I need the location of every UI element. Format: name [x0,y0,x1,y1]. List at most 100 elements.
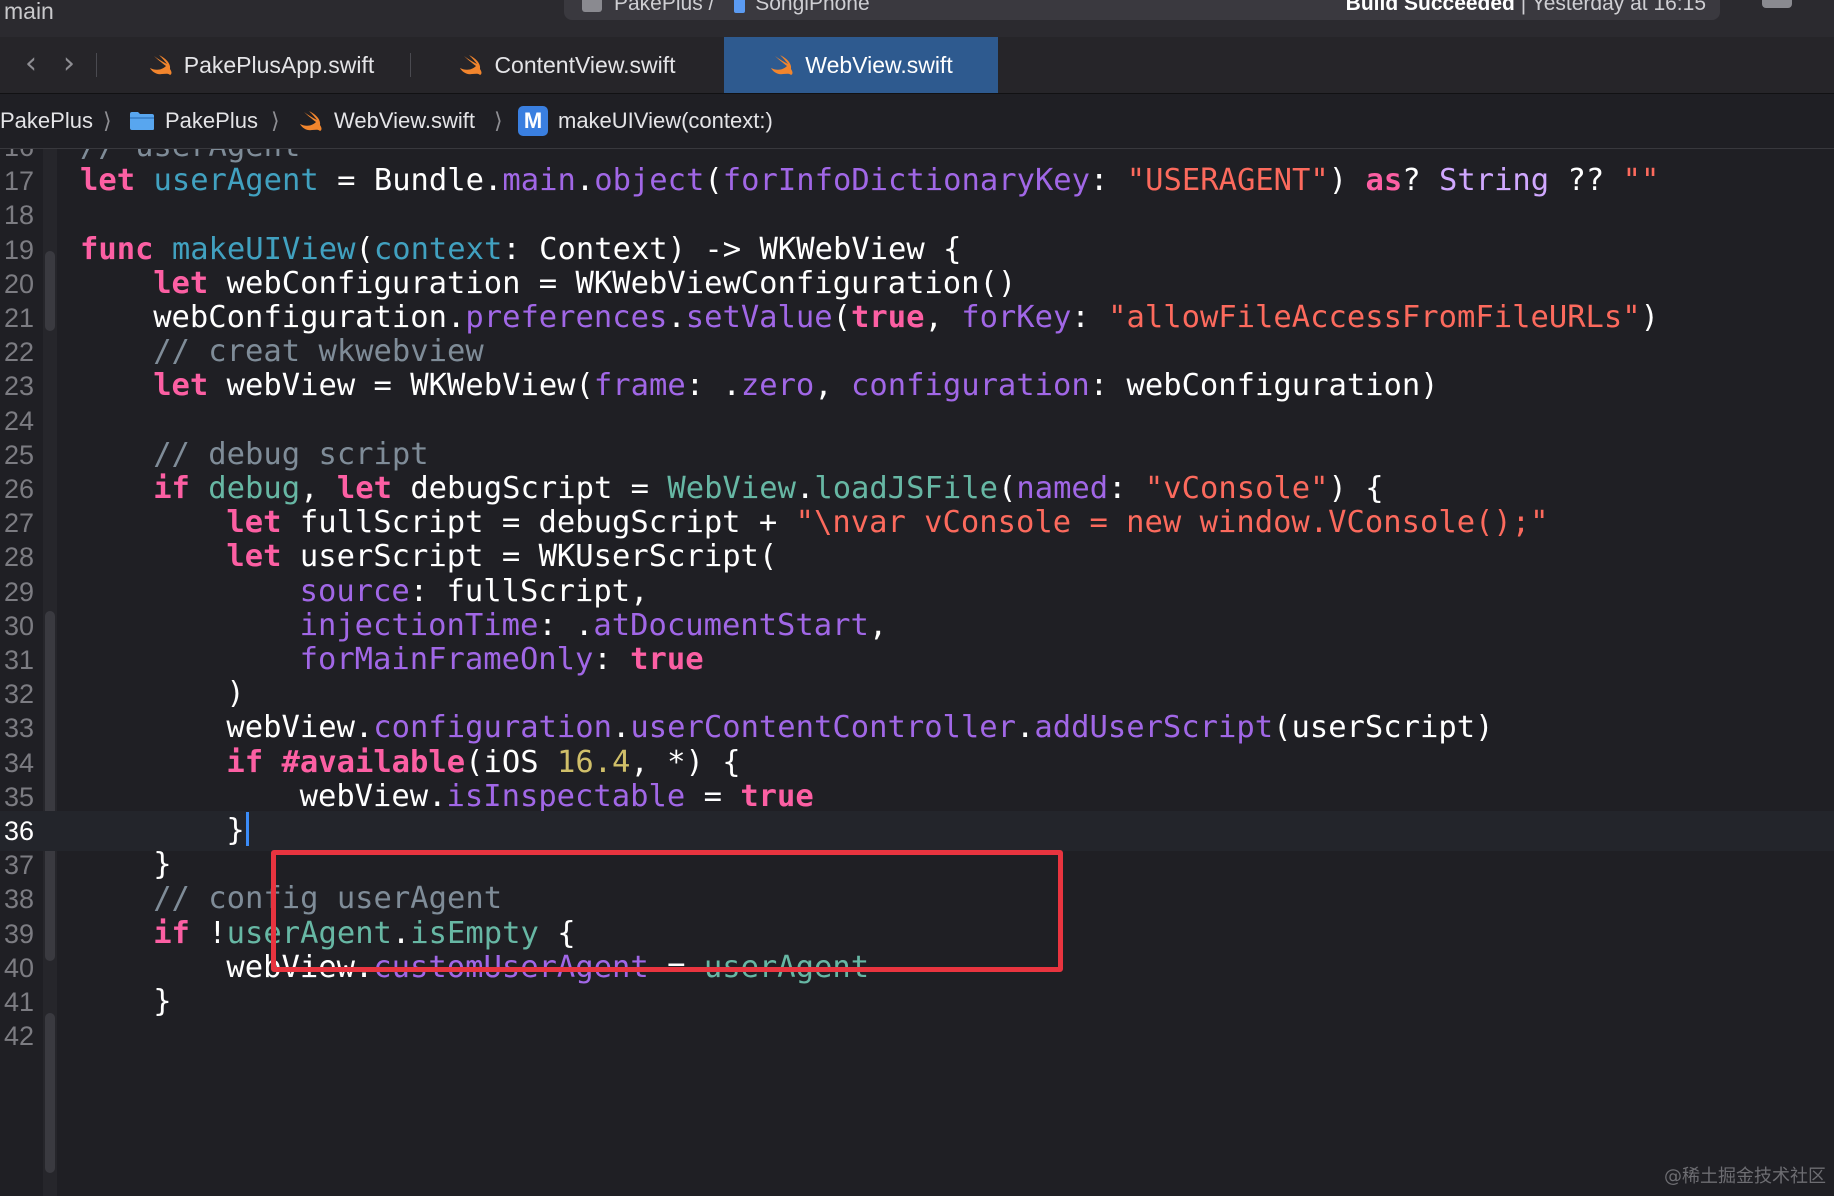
jumpbar-method[interactable]: M makeUIView(context:) [518,94,773,148]
activity-viewer: PakePlus / SongiPhone Build Succeeded | … [564,0,1720,20]
code-token: forKey [961,300,1072,335]
code-token: setValue [685,300,833,335]
code-token: frame [593,368,686,404]
jumpbar-project[interactable]: PakePlus [0,94,93,148]
code-token: debugScript = [391,471,668,506]
code-token: addUserScript [1034,710,1274,746]
code-token: WKWebViewConfiguration [575,265,980,301]
source-editor[interactable]: 16// userAgent17let userAgent = Bundle.m… [0,149,1834,1196]
code-token: Context [539,231,668,267]
code-token: true [630,642,704,677]
build-status-bold: Build Succeeded [1345,0,1515,15]
tab-contentview[interactable]: ContentView.swift [412,37,722,93]
tab-label: ContentView.swift [494,51,676,78]
code-token: "USERAGENT" [1126,163,1329,199]
jumpbar-file[interactable]: WebView.swift [298,94,475,148]
code-token: ) [226,676,245,712]
code-token: ? [1402,163,1439,199]
text-cursor [245,812,249,846]
window-toolbar: main PakePlus / SongiPhone Build Succeed… [0,0,1834,38]
code-token: , [924,300,962,335]
code-token: ) -> [667,231,760,267]
code-token: = [685,778,741,814]
code-token: let [153,265,209,301]
folder-icon [130,112,154,130]
code-token: : . [538,607,594,643]
tab-webview[interactable]: WebView.swift [724,37,998,93]
code-token: { [924,231,962,267]
code-token: ) [1328,163,1366,199]
jumpbar-group[interactable]: PakePlus [129,94,258,148]
code-token: #available [281,744,466,780]
tab-pakeplusapp[interactable]: PakePlusApp.swift [112,37,410,93]
code-token: WKWebView [410,368,576,404]
code-token: ) { [1328,471,1384,506]
code-token: : . [685,368,741,404]
code-token: ( [832,300,852,335]
code-token: webView. [226,710,374,746]
code-token: loadJSFile [814,471,998,506]
code-token: webView. [299,778,447,814]
scheme-label[interactable]: main [4,0,54,25]
code-token: webConfiguration = [208,265,576,301]
swift-file-icon [149,55,172,75]
code-token: "allowFileAccessFromFileURLs" [1108,300,1641,335]
code-token: fullScript = debugScript + [281,505,796,541]
code-token: . [612,710,631,746]
code-token: ?? [1549,163,1623,199]
code-token: ( [758,539,778,575]
code-token: : [1108,471,1145,506]
code-token: zero [740,368,815,404]
code-token: userAgent [153,163,319,199]
chevron-right-icon: ⟩ [103,108,112,134]
code-token: = [318,163,374,199]
device-label: SongiPhone [755,0,870,15]
code-line[interactable]: 42 [0,1016,1834,1056]
swift-file-icon [460,55,482,75]
code-token: configuration [373,710,613,746]
code-token: ) [1640,300,1660,335]
forward-arrow-icon[interactable]: › [56,49,82,79]
code-token: . [484,163,503,199]
code-token: named [1016,471,1109,506]
code-token: preferences [465,300,668,335]
code-token: configuration [851,368,1090,404]
code-token: if [153,471,190,506]
code-token: let [226,505,282,541]
code-token: , *) { [630,744,741,780]
run-destination[interactable]: PakePlus / SongiPhone [614,0,870,16]
build-status: Build Succeeded | Yesterday at 16:15 [1346,0,1706,16]
code-token: let [80,163,136,199]
back-arrow-icon[interactable]: ‹ [18,49,44,79]
code-token: atDocumentStart [593,607,869,643]
tab-divider [410,53,411,77]
jump-bar: PakePlus ⟩ PakePlus ⟩ WebView.swift ⟩ M … [0,94,1834,149]
code-token: ( [704,163,723,199]
code-token: let [153,368,209,404]
code-token: true [740,778,814,814]
code-token: ( [575,368,594,404]
line-number: 42 [3,1021,34,1052]
code-token: userContentController [630,710,1017,746]
code-token: Bundle [373,163,485,199]
code-token: } [226,813,245,848]
watermark: @稀土掘金技术社区 [1664,1166,1826,1187]
code-token: source [299,573,410,609]
swift-file-icon [771,55,793,75]
code-token: ( [997,471,1017,506]
jumpbar-chevron: ⟩ [103,94,112,148]
library-icon[interactable] [1762,0,1792,8]
code-token: "\nvar vConsole = new window.VConsole();… [795,505,1549,541]
code-token: context [373,231,503,267]
code-token: : [1090,163,1127,199]
code-token: : webConfiguration) [1089,368,1439,404]
code-token: // creat wkwebview [153,334,484,370]
code-token: } [153,847,172,883]
code-token: makeUIView [171,231,356,267]
code-token: , [868,607,888,643]
code-token: object [594,163,705,199]
code-token: forMainFrameOnly [299,642,594,677]
jumpbar-method-label: makeUIView(context:) [558,108,773,133]
